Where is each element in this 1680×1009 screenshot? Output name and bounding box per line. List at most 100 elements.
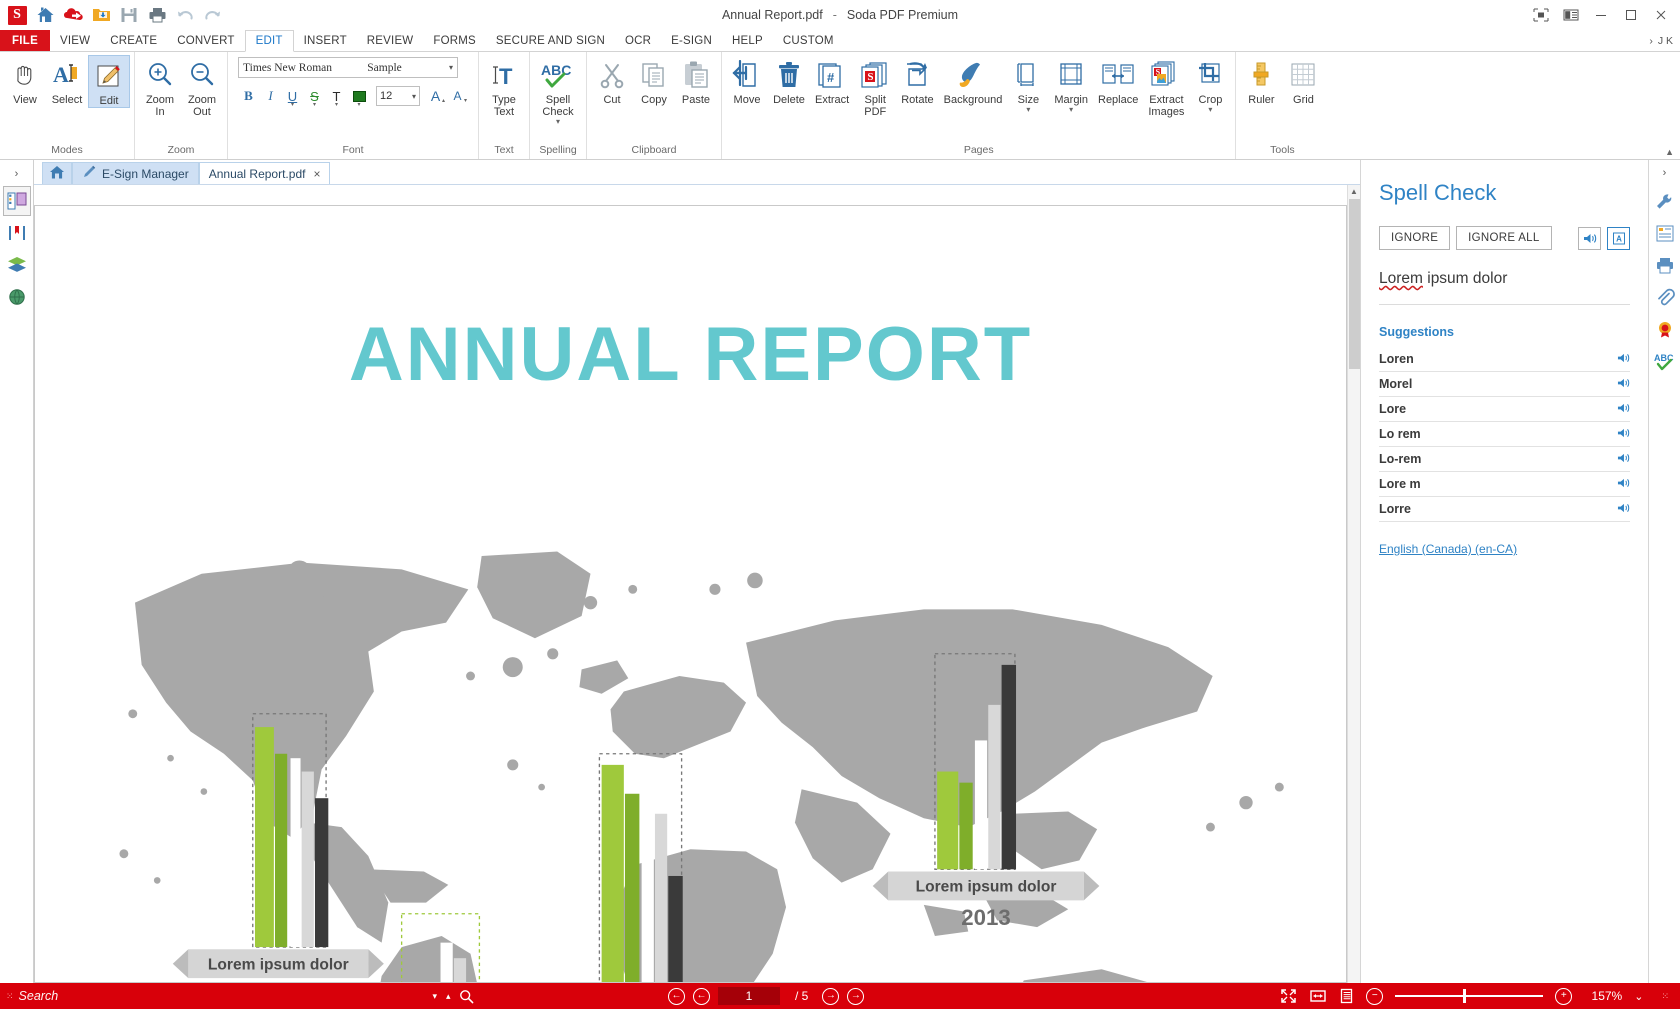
speaker-icon[interactable] — [1617, 377, 1630, 392]
chevron-down-icon[interactable]: ▾ — [1026, 106, 1030, 114]
strikethrough-button[interactable]: S ▾ — [304, 85, 325, 109]
zoom-slider-thumb[interactable] — [1463, 989, 1467, 1003]
close-button[interactable] — [1646, 2, 1676, 28]
forms-icon[interactable] — [1652, 220, 1678, 246]
undo-icon[interactable] — [172, 2, 198, 28]
restore-layout-icon[interactable] — [1526, 2, 1556, 28]
fit-page-icon[interactable] — [1280, 988, 1297, 1004]
search-prev-icon[interactable]: ▴ — [446, 991, 451, 1002]
speaker-icon[interactable] — [1617, 427, 1630, 442]
rotate-page-button[interactable]: Rotate — [896, 55, 938, 106]
type-text-button[interactable]: T Type Text — [483, 55, 525, 118]
open-cloud-icon[interactable] — [60, 2, 86, 28]
tab-e-sign[interactable]: E-SIGN — [661, 30, 722, 51]
tools-wrench-icon[interactable] — [1652, 188, 1678, 214]
tab-file[interactable]: FILE — [0, 30, 50, 51]
copy-button[interactable]: Copy — [633, 55, 675, 106]
suggestion-item[interactable]: Lore m — [1379, 472, 1630, 497]
first-page-icon[interactable]: ← — [668, 987, 685, 1005]
print-tool-icon[interactable] — [1652, 252, 1678, 278]
dictionary-icon[interactable]: A — [1607, 226, 1630, 250]
chevron-down-icon[interactable]: ▾ — [357, 101, 360, 108]
suggestion-item[interactable]: Morel — [1379, 372, 1630, 397]
font-size-select[interactable]: 12 ▾ — [376, 86, 420, 106]
last-page-icon[interactable]: → — [847, 987, 865, 1005]
ignore-all-button[interactable]: IGNORE ALL — [1456, 226, 1552, 250]
soda-logo-button[interactable]: S — [4, 2, 30, 28]
delete-page-button[interactable]: Delete — [768, 55, 810, 106]
maximize-button[interactable] — [1616, 2, 1646, 28]
suggestion-item[interactable]: Loren — [1379, 347, 1630, 372]
view-mode-button[interactable]: View — [4, 55, 46, 106]
extract-pages-button[interactable]: # Extract — [810, 55, 854, 106]
speaker-icon[interactable] — [1578, 226, 1601, 250]
grid-button[interactable]: Grid — [1282, 55, 1324, 106]
print-icon[interactable] — [144, 2, 170, 28]
suggestion-item[interactable]: Lo-rem — [1379, 447, 1630, 472]
zoom-slider[interactable] — [1395, 989, 1544, 1003]
zoom-out-button[interactable]: − — [1366, 987, 1384, 1005]
zoom-out-button[interactable]: Zoom Out — [181, 55, 223, 118]
search-next-icon[interactable]: ▾ — [432, 991, 437, 1002]
tab-secure-and-sign[interactable]: SECURE AND SIGN — [486, 30, 615, 51]
zoom-chevron-down-icon[interactable]: ⌄ — [1634, 990, 1643, 1003]
tab-help[interactable]: HELP — [722, 30, 773, 51]
close-tab-icon[interactable]: × — [313, 167, 320, 181]
layers-panel-icon[interactable] — [3, 250, 31, 280]
tab-view[interactable]: VIEW — [50, 30, 100, 51]
scrollbar-thumb[interactable] — [1349, 199, 1360, 369]
search-box[interactable]: Search ▾ ▴ — [19, 989, 459, 1003]
secure-badge-icon[interactable] — [1652, 316, 1678, 342]
page-size-button[interactable]: Size ▾ — [1007, 55, 1049, 114]
font-color-button[interactable]: ▾ — [348, 85, 370, 108]
abc-spellcheck-tool-icon[interactable]: ABC — [1652, 348, 1678, 374]
move-page-button[interactable]: Move — [726, 55, 768, 106]
home-icon[interactable] — [32, 2, 58, 28]
split-pdf-button[interactable]: S Split PDF — [854, 55, 896, 118]
spell-check-button[interactable]: ABC Spell Check ▾ — [534, 55, 582, 126]
attachments-clip-icon[interactable] — [1652, 284, 1678, 310]
tab-ocr[interactable]: OCR — [615, 30, 661, 51]
font-name-select[interactable]: Times New Roman Sample ▾ — [238, 57, 458, 78]
tab-insert[interactable]: INSERT — [294, 30, 357, 51]
replace-page-button[interactable]: Replace — [1093, 55, 1143, 106]
chevron-down-icon[interactable]: ▾ — [449, 63, 453, 72]
extract-images-button[interactable]: S Extract Images — [1143, 55, 1189, 118]
scroll-up-icon[interactable]: ▲ — [1350, 185, 1358, 198]
tab-review[interactable]: REVIEW — [357, 30, 424, 51]
suggestion-item[interactable]: Lorre — [1379, 497, 1630, 522]
italic-button[interactable]: I — [260, 85, 281, 107]
save-icon[interactable] — [116, 2, 142, 28]
chevron-down-icon[interactable]: ▾ — [291, 101, 294, 108]
underline-button[interactable]: U ▾ — [282, 85, 303, 109]
next-page-icon[interactable]: → — [822, 987, 840, 1005]
speaker-icon[interactable] — [1617, 402, 1630, 417]
fit-width-icon[interactable] — [1309, 988, 1327, 1004]
dictionary-language-link[interactable]: English (Canada) (en-CA) — [1379, 542, 1630, 556]
bookmarks-panel-icon[interactable] — [3, 218, 31, 248]
split-view-icon[interactable] — [1556, 2, 1586, 28]
minimize-button[interactable] — [1586, 2, 1616, 28]
grow-font-button[interactable]: A ▴ — [425, 85, 446, 107]
collapse-right-panel-icon[interactable]: › — [1663, 164, 1667, 182]
speaker-icon[interactable] — [1617, 502, 1630, 517]
pdf-page[interactable]: ANNUAL REPORT Lorem ipsum dolor Lorem ip… — [34, 205, 1347, 983]
select-mode-button[interactable]: A Select — [46, 55, 88, 106]
chevron-right-icon[interactable]: › — [1649, 35, 1653, 47]
crop-button[interactable]: Crop ▾ — [1189, 55, 1231, 114]
tab-forms[interactable]: FORMS — [423, 30, 486, 51]
collapse-ribbon-icon[interactable]: ▲ — [1665, 147, 1674, 157]
open-folder-icon[interactable] — [88, 2, 114, 28]
page-number-input[interactable]: 1 — [718, 987, 780, 1005]
suggestion-item[interactable]: Lo rem — [1379, 422, 1630, 447]
prev-page-icon[interactable]: ← — [693, 987, 710, 1005]
chevron-down-icon[interactable]: ▾ — [313, 101, 316, 108]
speaker-icon[interactable] — [1617, 477, 1630, 492]
paste-button[interactable]: Paste — [675, 55, 717, 106]
page-canvas[interactable]: ANNUAL REPORT Lorem ipsum dolor Lorem ip… — [34, 185, 1347, 983]
ignore-button[interactable]: IGNORE — [1379, 226, 1451, 250]
search-input[interactable]: Search — [19, 989, 59, 1003]
web-links-panel-icon[interactable] — [3, 282, 31, 312]
thumbnails-panel-icon[interactable] — [2, 186, 31, 216]
chevron-down-icon[interactable]: ▾ — [335, 101, 338, 108]
